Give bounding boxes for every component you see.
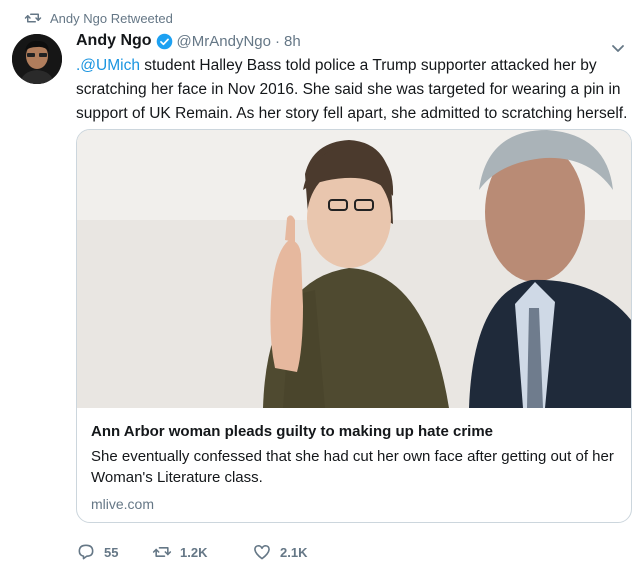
card-image	[77, 130, 631, 408]
retweet-notice-text: Andy Ngo Retweeted	[50, 10, 173, 26]
like-button[interactable]: 2.1K	[252, 542, 307, 562]
card-description: She eventually confessed that she had cu…	[91, 448, 614, 486]
reply-count: 55	[104, 544, 119, 560]
tweet-text: .@UMich student Halley Bass told police …	[76, 54, 628, 126]
tweet-header: Andy Ngo @MrAndyNgo · 8h	[76, 32, 598, 50]
tweet-timestamp[interactable]: 8h	[284, 33, 301, 50]
retweet-icon	[152, 547, 172, 557]
retweet-notice[interactable]: Andy Ngo Retweeted	[24, 8, 173, 28]
tweet-body: student Halley Bass told police a Trump …	[76, 57, 628, 122]
card-title: Ann Arbor woman pleads guilty to making …	[91, 423, 493, 440]
author-name[interactable]: Andy Ngo	[76, 32, 152, 50]
card-body: Ann Arbor woman pleads guilty to making …	[77, 408, 631, 512]
like-count: 2.1K	[280, 544, 308, 560]
link-card[interactable]: Ann Arbor woman pleads guilty to making …	[76, 129, 632, 523]
retweet-icon	[24, 13, 42, 23]
like-icon	[254, 544, 270, 560]
tweet-actions: 55 1.2K 2.1K	[76, 542, 307, 562]
reply-icon	[78, 544, 94, 560]
mention-link[interactable]: .@UMich	[76, 57, 140, 74]
avatar-photo	[12, 34, 62, 84]
avatar[interactable]	[12, 34, 62, 84]
reply-button[interactable]: 55	[76, 542, 152, 562]
retweet-count: 1.2K	[180, 544, 208, 560]
card-domain: mlive.com	[91, 496, 155, 512]
verified-badge-icon	[156, 33, 172, 49]
separator-dot: ·	[274, 32, 280, 50]
retweet-button[interactable]: 1.2K	[152, 542, 252, 562]
author-handle[interactable]: @MrAndyNgo	[177, 33, 271, 50]
